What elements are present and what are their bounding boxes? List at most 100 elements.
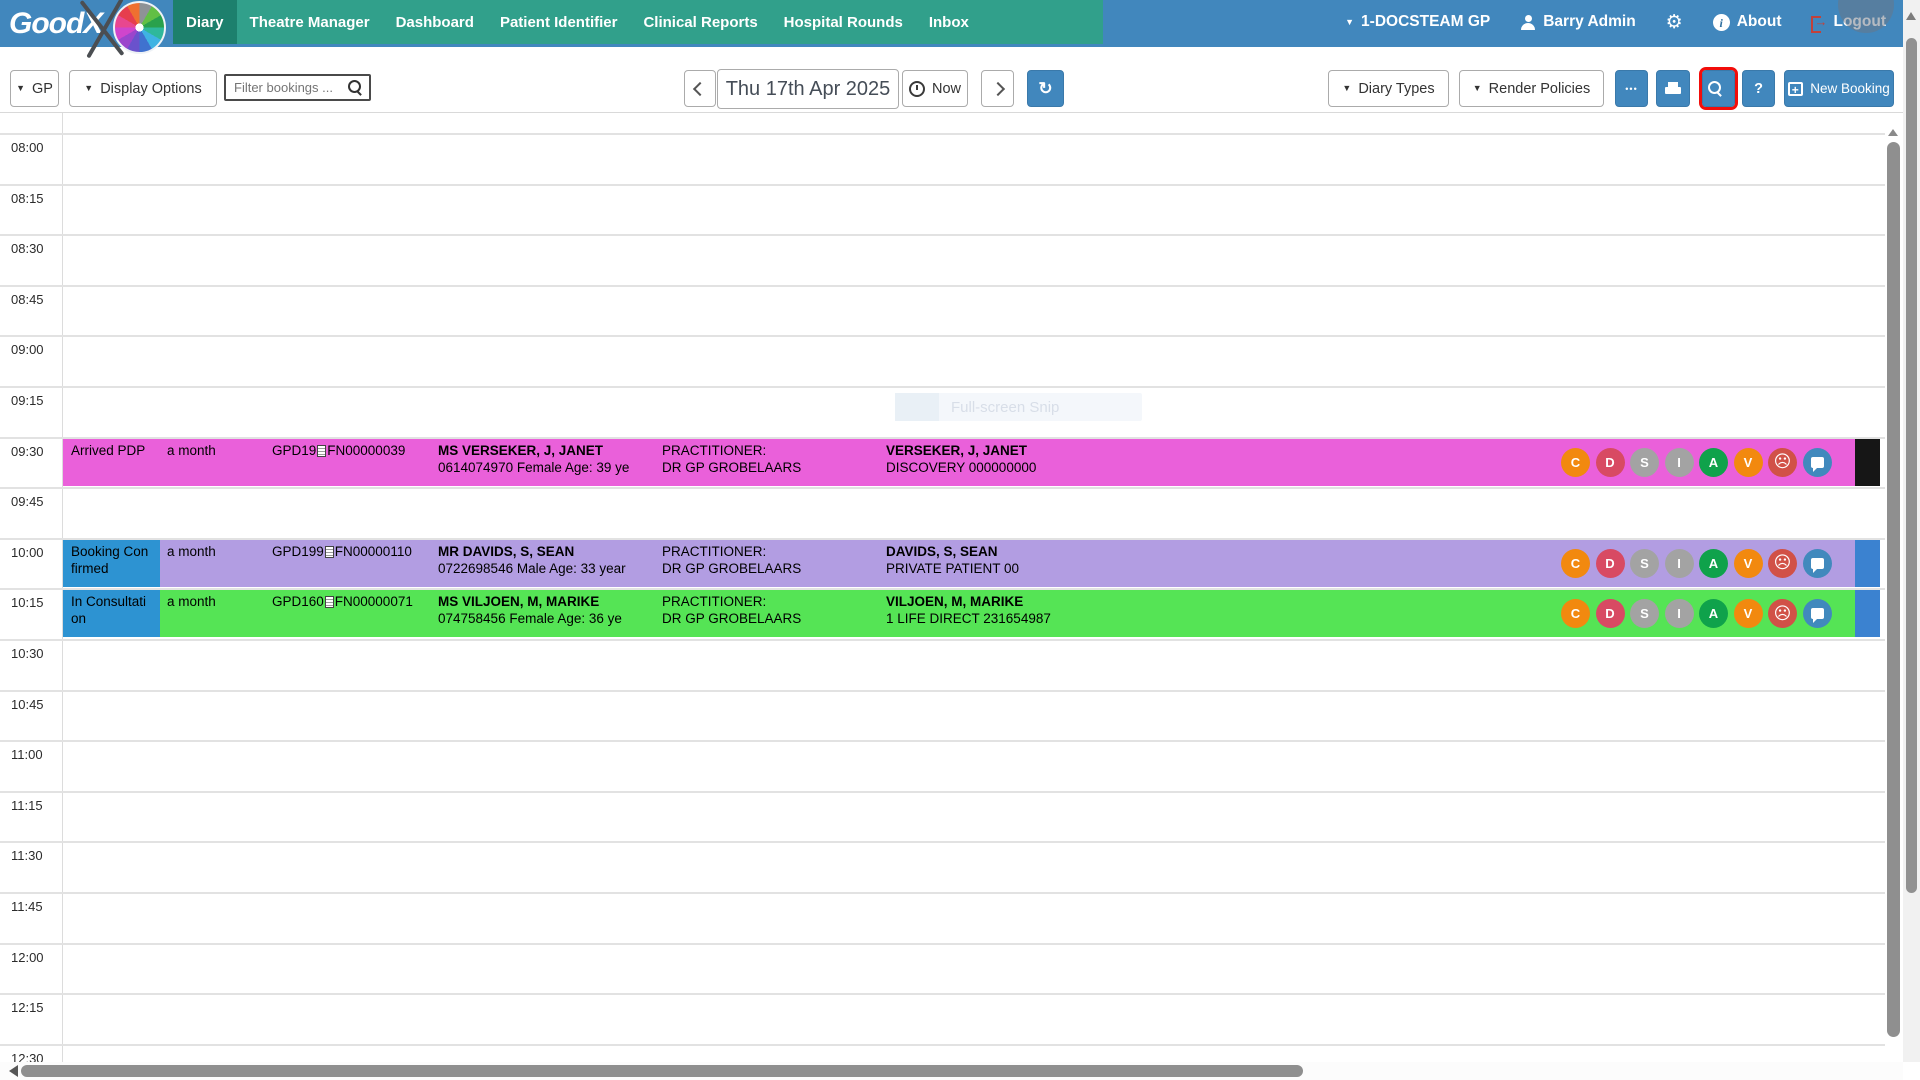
time-slot-08:15[interactable]: 08:15 — [0, 184, 1885, 235]
tab-inbox[interactable]: Inbox — [916, 0, 982, 44]
action-button-i[interactable]: I — [1665, 549, 1694, 578]
practice-selector[interactable]: ▼ 1-DOCSTEAM GP — [1345, 13, 1490, 31]
display-options-label: Display Options — [100, 81, 202, 97]
display-options-dropdown[interactable]: ▼ Display Options — [69, 70, 217, 107]
patient-name: MS VILJOEN, M, MARIKE — [438, 593, 662, 610]
now-button[interactable]: Now — [902, 70, 968, 107]
browser-vertical-scrollbar[interactable] — [1903, 0, 1920, 1080]
new-booking-button[interactable]: New Booking — [1784, 70, 1894, 107]
action-button-s[interactable]: S — [1630, 448, 1659, 477]
action-button-v[interactable]: V — [1734, 599, 1763, 628]
file-number: GPD160FN00000071 — [272, 593, 413, 610]
action-button-d[interactable]: D — [1596, 448, 1625, 477]
time-slot-11:00[interactable]: 11:00 — [0, 740, 1885, 791]
action-button-i[interactable]: I — [1665, 599, 1694, 628]
time-label: 12:00 — [11, 950, 44, 965]
booking-row[interactable]: Booking Confirmeda monthGPD199FN00000110… — [63, 540, 1880, 587]
color-wheel-icon — [113, 1, 166, 54]
action-button-s[interactable]: S — [1630, 599, 1659, 628]
action-button-c[interactable]: C — [1561, 448, 1590, 477]
time-slot-11:30[interactable]: 11:30 — [0, 841, 1885, 892]
action-button-d[interactable]: D — [1596, 549, 1625, 578]
help-button[interactable]: ? — [1742, 70, 1775, 107]
practitioner-name: DR GP GROBELAARS — [662, 560, 827, 577]
action-button-note[interactable] — [1803, 549, 1832, 578]
time-slot-08:45[interactable]: 08:45 — [0, 285, 1885, 336]
document-icon — [317, 445, 326, 457]
refresh-icon — [1038, 80, 1052, 98]
tab-patient-identifier[interactable]: Patient Identifier — [487, 0, 631, 44]
filter-bookings-input[interactable] — [226, 80, 348, 95]
scroll-up-arrow-icon[interactable] — [1906, 7, 1916, 20]
tab-hospital-rounds[interactable]: Hospital Rounds — [771, 0, 916, 44]
booking-actions: CDSIAV — [1561, 448, 1832, 477]
tab-clinical-reports[interactable]: Clinical Reports — [630, 0, 770, 44]
scroll-up-arrow-icon[interactable] — [1888, 124, 1898, 136]
action-button-d[interactable]: D — [1596, 599, 1625, 628]
time-label: 08:30 — [11, 241, 44, 256]
action-button-s[interactable]: S — [1630, 549, 1659, 578]
time-slot-10:30[interactable]: 10:30 — [0, 639, 1885, 690]
scroll-left-arrow-icon[interactable] — [3, 1065, 18, 1077]
more-actions-button[interactable]: ••• — [1615, 70, 1648, 107]
time-slot-11:45[interactable]: 11:45 — [0, 892, 1885, 943]
time-slot-08:30[interactable]: 08:30 — [0, 234, 1885, 285]
time-slot-12:00[interactable]: 12:00 — [0, 943, 1885, 994]
time-slot-12:30[interactable]: 12:30 — [0, 1044, 1885, 1062]
settings-button[interactable] — [1666, 11, 1683, 34]
about-button[interactable]: About — [1713, 13, 1782, 31]
diary-vertical-scrollbar[interactable] — [1886, 118, 1901, 1062]
document-icon — [325, 596, 334, 608]
action-button-sad-face[interactable] — [1768, 599, 1797, 628]
action-button-i[interactable]: I — [1665, 448, 1694, 477]
time-label: 10:45 — [11, 697, 44, 712]
action-button-a[interactable]: A — [1699, 599, 1728, 628]
action-button-note[interactable] — [1803, 448, 1832, 477]
render-policies-dropdown[interactable]: ▼ Render Policies — [1459, 70, 1604, 107]
time-label: 09:45 — [11, 494, 44, 509]
document-icon — [325, 546, 334, 558]
print-button[interactable] — [1656, 70, 1690, 107]
date-picker[interactable]: Thu 17th Apr 2025 — [717, 69, 899, 109]
booking-row[interactable]: Arrived PDPa monthGPD19FN00000039MS VERS… — [63, 439, 1880, 486]
scrollbar-thumb[interactable] — [1906, 38, 1917, 893]
chevron-down-icon: ▼ — [16, 84, 25, 93]
time-slot-09:45[interactable]: 09:45 — [0, 487, 1885, 538]
time-slot-09:00[interactable]: 09:00 — [0, 335, 1885, 386]
action-button-sad-face[interactable] — [1768, 448, 1797, 477]
time-slot-11:15[interactable]: 11:15 — [0, 791, 1885, 842]
search-bookings-button[interactable] — [1702, 70, 1735, 107]
practice-name: 1-DOCSTEAM GP — [1361, 13, 1490, 31]
debtor-cell: VERSEKER, J, JANETDISCOVERY 000000000 — [886, 442, 1206, 476]
action-button-sad-face[interactable] — [1768, 549, 1797, 578]
time-slot-08:00[interactable]: 08:00 — [0, 133, 1885, 184]
action-button-c[interactable]: C — [1561, 549, 1590, 578]
time-slot-10:45[interactable]: 10:45 — [0, 690, 1885, 741]
time-slot-12:15[interactable]: 12:15 — [0, 993, 1885, 1044]
practitioner-cell: PRACTITIONER:DR GP GROBELAARS — [662, 442, 827, 476]
action-button-c[interactable]: C — [1561, 599, 1590, 628]
tab-diary[interactable]: Diary — [173, 0, 237, 44]
scrollbar-thumb[interactable] — [21, 1065, 1303, 1077]
next-day-button[interactable] — [981, 70, 1014, 107]
navbar-right: ▼ 1-DOCSTEAM GP Barry Admin About Logout — [1345, 0, 1886, 44]
new-booking-label: New Booking — [1810, 81, 1890, 96]
tab-dashboard[interactable]: Dashboard — [383, 0, 487, 44]
status-badge: Booking Confirmed — [63, 540, 160, 587]
action-button-a[interactable]: A — [1699, 549, 1728, 578]
user-menu[interactable]: Barry Admin — [1520, 13, 1635, 31]
action-button-v[interactable]: V — [1734, 549, 1763, 578]
horizontal-scrollbar[interactable] — [0, 1062, 1903, 1080]
tab-theatre-manager[interactable]: Theatre Manager — [237, 0, 383, 44]
action-button-v[interactable]: V — [1734, 448, 1763, 477]
action-button-note[interactable] — [1803, 599, 1832, 628]
previous-day-button[interactable] — [684, 70, 716, 107]
search-icon[interactable] — [348, 80, 363, 95]
gp-dropdown[interactable]: ▼ GP — [10, 70, 59, 107]
action-button-a[interactable]: A — [1699, 448, 1728, 477]
diary-types-dropdown[interactable]: ▼ Diary Types — [1328, 70, 1449, 107]
current-date: Thu 17th Apr 2025 — [726, 78, 891, 101]
booking-row[interactable]: In Consultationa monthGPD160FN00000071MS… — [63, 590, 1880, 637]
scrollbar-thumb[interactable] — [1887, 142, 1900, 1037]
refresh-button[interactable] — [1027, 70, 1064, 107]
